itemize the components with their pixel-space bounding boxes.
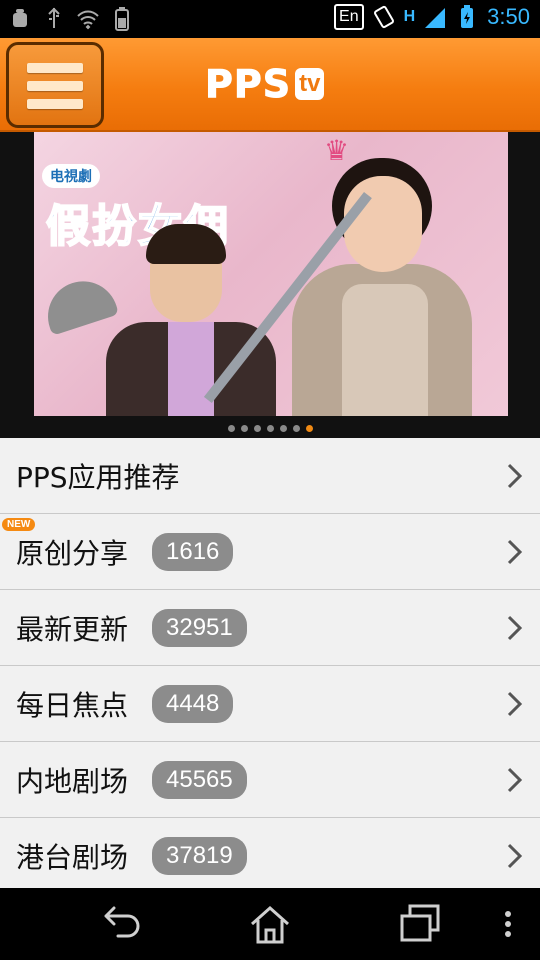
count-badge: 37819	[152, 836, 247, 875]
category-list: PPS应用推荐 NEW 原创分享 1616 最新更新 32951 每日焦点 4448 内地剧场 4…	[0, 438, 540, 888]
recent-apps-icon[interactable]	[396, 902, 444, 946]
banner-tag: 电視劇	[42, 164, 100, 188]
carousel-indicator	[0, 418, 540, 438]
man-figure	[106, 224, 276, 416]
list-item[interactable]: PPS应用推荐	[0, 438, 540, 514]
list-item-label: 港台剧场	[16, 840, 129, 874]
carousel-dot[interactable]	[266, 424, 274, 432]
new-badge: NEW	[2, 518, 36, 531]
list-item-label: 内地剧场	[16, 764, 129, 798]
list-item-label: 最新更新	[16, 612, 129, 646]
usb-icon	[48, 7, 60, 28]
carousel-dot[interactable]	[279, 424, 287, 432]
count-badge: 1616	[152, 532, 234, 571]
banner-carousel[interactable]: 电視劇 假扮女佣 ♛	[0, 132, 540, 438]
list-item[interactable]: 每日焦点 4448	[0, 666, 540, 742]
count-badge: 32951	[152, 608, 247, 647]
menu-button[interactable]	[6, 42, 104, 128]
logo-suffix-text: tv	[295, 68, 325, 100]
carousel-dot[interactable]	[227, 424, 235, 432]
chevron-right-icon	[507, 463, 523, 489]
system-nav-bar	[0, 888, 540, 960]
app-logo: PPS tv	[204, 62, 325, 107]
status-bar: En H 3:50	[0, 0, 540, 38]
clock: 3:50	[487, 4, 530, 29]
chevron-right-icon	[507, 843, 523, 869]
overflow-menu-icon[interactable]	[496, 902, 520, 946]
status-left-icons	[8, 6, 134, 32]
chevron-right-icon	[507, 767, 523, 793]
list-item[interactable]: 港台剧场 37819	[0, 818, 540, 888]
list-item[interactable]: NEW 原创分享 1616	[0, 514, 540, 590]
wifi-icon	[77, 10, 99, 30]
list-item-label: 每日焦点	[16, 688, 129, 722]
chevron-right-icon	[507, 539, 523, 565]
count-badge: 45565	[152, 760, 247, 799]
list-item[interactable]: 内地剧场 45565	[0, 742, 540, 818]
carousel-dot[interactable]	[253, 424, 261, 432]
home-icon[interactable]	[246, 902, 294, 946]
app-header: PPS tv	[0, 38, 540, 132]
chevron-right-icon	[507, 615, 523, 641]
list-item-label: PPS应用推荐	[16, 460, 180, 494]
logo-main-text: PPS	[204, 62, 292, 107]
list-item-label: 原创分享	[16, 536, 129, 570]
menu-icon	[27, 63, 83, 109]
woman-figure	[284, 152, 474, 416]
network-type-label: H	[403, 8, 416, 25]
ime-indicator: En	[334, 4, 364, 30]
signal-icon	[425, 8, 446, 28]
carousel-dot[interactable]	[292, 424, 300, 432]
count-badge: 4448	[152, 684, 234, 723]
status-right-icons: En H 3:50	[334, 4, 530, 30]
banner-image[interactable]: 电視劇 假扮女佣 ♛	[34, 132, 508, 416]
rotate-lock-icon	[373, 5, 394, 29]
list-item[interactable]: 最新更新 32951	[0, 590, 540, 666]
chevron-right-icon	[507, 691, 523, 717]
carousel-dot[interactable]	[305, 424, 313, 432]
android-debug-icon	[13, 9, 27, 27]
carousel-dot[interactable]	[240, 424, 248, 432]
battery-charging-icon	[461, 5, 474, 28]
battery-saver-icon	[115, 7, 129, 31]
back-icon[interactable]	[96, 902, 144, 946]
